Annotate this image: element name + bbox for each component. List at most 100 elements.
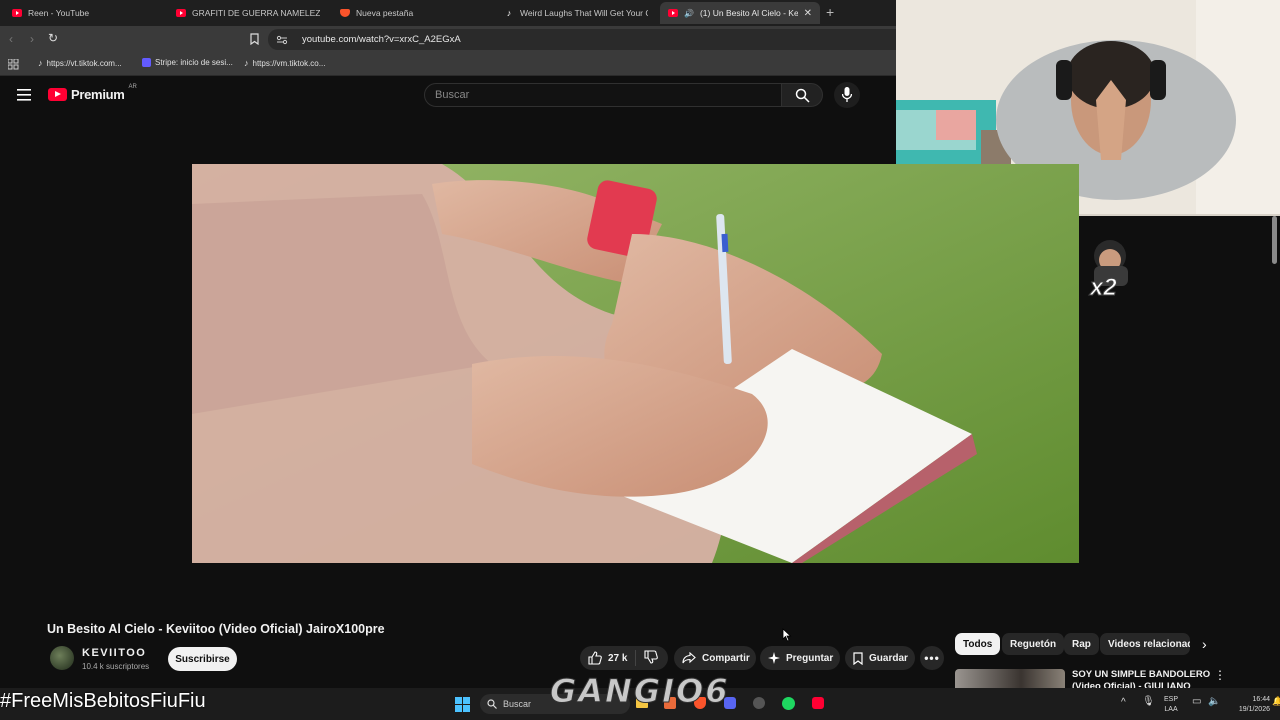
channel-name[interactable]: KEVIITOO — [82, 647, 146, 659]
browser-tab-strip: Reen - YouTube GRAFITI DE GUERRA NAMELEZ… — [0, 0, 896, 26]
language-indicator[interactable]: ESP LAA — [1164, 695, 1178, 715]
tab-title: GRAFITI DE GUERRA NAMELEZ VS YO — [192, 8, 320, 18]
search-input[interactable]: Buscar — [424, 83, 782, 107]
bookmarks-bar: ♪ https://vt.tiktok.com... Stripe: inici… — [0, 53, 896, 76]
display-icon[interactable]: ▭ — [1192, 696, 1201, 707]
close-icon[interactable]: ✕ — [804, 8, 812, 19]
dislike-button[interactable] — [636, 649, 658, 667]
tab-title: (1) Un Besito Al Cielo - Keviitoo — [699, 8, 798, 18]
browser-tab[interactable]: Nueva pestaña — [332, 2, 492, 24]
search-icon — [795, 88, 810, 103]
like-count: 27 k — [608, 652, 628, 664]
bookmark-item[interactable]: ♪ https://vt.tiktok.com... — [38, 58, 122, 68]
sparkle-icon — [768, 652, 780, 664]
like-dislike-group: 27 k — [580, 646, 668, 670]
microphone-icon — [842, 87, 852, 102]
brave-icon — [340, 9, 350, 17]
bookmark-label: https://vm.tiktok.co... — [252, 58, 326, 68]
bookmark-label: Stripe: inicio de sesi... — [155, 58, 233, 67]
brand-overlay: GANGIO6 — [549, 672, 730, 711]
page-scrollbar[interactable] — [1272, 216, 1277, 264]
microphone-tray-icon[interactable]: 🎙 — [1142, 696, 1155, 707]
site-info-icon[interactable] — [276, 35, 288, 45]
browser-tab[interactable]: Reen - YouTube — [4, 2, 164, 24]
video-frame-image — [192, 164, 1079, 563]
bookmark-item[interactable]: Stripe: inicio de sesi... — [142, 58, 233, 67]
share-icon — [682, 652, 696, 664]
tab-title: Reen - YouTube — [28, 8, 90, 18]
youtube-icon — [668, 9, 678, 17]
notification-icon[interactable]: 🔔 — [1272, 696, 1280, 707]
clock[interactable]: 16:44 19/1/2026 — [1226, 695, 1270, 715]
related-thumbnail[interactable] — [955, 669, 1065, 689]
search-button[interactable] — [781, 83, 823, 107]
menu-icon[interactable] — [17, 89, 31, 101]
chevron-right-icon[interactable]: › — [1202, 636, 1207, 652]
youtube-icon — [176, 9, 186, 17]
reload-icon[interactable]: ↻ — [48, 31, 58, 45]
youtube-app-icon[interactable] — [812, 697, 824, 709]
tiktok-icon: ♪ — [38, 58, 43, 68]
youtube-header: Premium AR Buscar — [0, 77, 896, 113]
tab-title: Nueva pestaña — [356, 8, 414, 18]
speaker-icon: 🔊 — [684, 8, 694, 18]
browser-tab[interactable]: GRAFITI DE GUERRA NAMELEZ VS YO — [168, 2, 328, 24]
stripe-icon — [142, 58, 151, 67]
ask-button[interactable]: Preguntar — [760, 646, 840, 670]
logo-text: Premium — [71, 87, 125, 102]
browser-tab[interactable]: ♪ Weird Laughs That Will Get Your Cat — [496, 2, 656, 24]
thumbs-up-icon — [588, 651, 602, 665]
chip-rap[interactable]: Rap — [1064, 633, 1099, 655]
tab-title: Weird Laughs That Will Get Your Cat — [520, 8, 648, 18]
apps-grid-icon[interactable] — [8, 59, 19, 70]
related-title-line: SOY UN SIMPLE BANDOLERO — [1072, 669, 1211, 680]
language-code: ESP — [1164, 696, 1179, 703]
ask-label: Preguntar — [786, 652, 834, 664]
taskbar-search-label: Buscar — [503, 699, 532, 709]
language-layout: LAA — [1164, 706, 1178, 713]
spotify-icon[interactable] — [782, 697, 795, 710]
thumbs-down-icon — [644, 649, 658, 664]
address-bar[interactable]: youtube.com/watch?v=xrxC_A2EGxA — [268, 29, 896, 50]
chip-videos-relacionados[interactable]: Videos relacionados — [1100, 633, 1190, 655]
subscribe-button[interactable]: Suscribirse — [168, 647, 237, 671]
browser-tab-active[interactable]: 🔊 (1) Un Besito Al Cielo - Keviitoo ✕ — [660, 2, 820, 24]
more-actions-button[interactable]: ••• — [920, 646, 944, 670]
mouse-cursor-icon — [782, 628, 792, 642]
x2-label: x2 — [1090, 274, 1118, 302]
more-vertical-icon[interactable]: ⋮ — [1214, 668, 1226, 682]
new-tab-icon[interactable]: + — [826, 4, 834, 20]
search-icon — [487, 699, 497, 709]
voice-search-button[interactable] — [834, 82, 860, 108]
channel-avatar[interactable] — [50, 646, 74, 670]
country-code: AR — [128, 83, 137, 90]
forward-icon[interactable]: › — [30, 32, 34, 46]
share-button[interactable]: Compartir — [674, 646, 756, 670]
x2-sticker: x2 — [1080, 236, 1144, 306]
hashtag-overlay: #FreeMisBebitosFiuFiu — [0, 690, 206, 712]
obs-icon[interactable] — [753, 697, 765, 709]
bookmark-item[interactable]: ♪ https://vm.tiktok.co... — [244, 58, 325, 68]
share-label: Compartir — [702, 652, 750, 664]
clock-time: 16:44 — [1252, 696, 1270, 703]
save-button[interactable]: Guardar — [845, 646, 915, 670]
subscriber-count: 10.4 k suscriptores — [82, 662, 150, 671]
youtube-icon — [12, 9, 22, 17]
bookmark-save-icon — [853, 651, 863, 665]
bookmark-label: https://vt.tiktok.com... — [46, 58, 122, 68]
chip-regueton[interactable]: Reguetón — [1002, 633, 1065, 655]
youtube-premium-logo[interactable]: Premium AR — [48, 83, 137, 102]
volume-icon[interactable]: 🔈 — [1208, 696, 1220, 707]
more-horizontal-icon: ••• — [924, 651, 940, 665]
search-placeholder: Buscar — [435, 89, 470, 101]
tiktok-icon: ♪ — [506, 8, 512, 18]
bookmark-icon[interactable] — [250, 33, 259, 45]
back-icon[interactable]: ‹ — [9, 32, 13, 46]
tiktok-icon: ♪ — [244, 58, 249, 68]
video-player[interactable] — [192, 164, 1079, 563]
save-label: Guardar — [869, 652, 908, 664]
chip-todos[interactable]: Todos — [955, 633, 1001, 655]
like-button[interactable]: 27 k — [580, 650, 636, 666]
chevron-up-icon[interactable]: ^ — [1121, 697, 1126, 708]
windows-start-icon[interactable] — [455, 697, 470, 712]
